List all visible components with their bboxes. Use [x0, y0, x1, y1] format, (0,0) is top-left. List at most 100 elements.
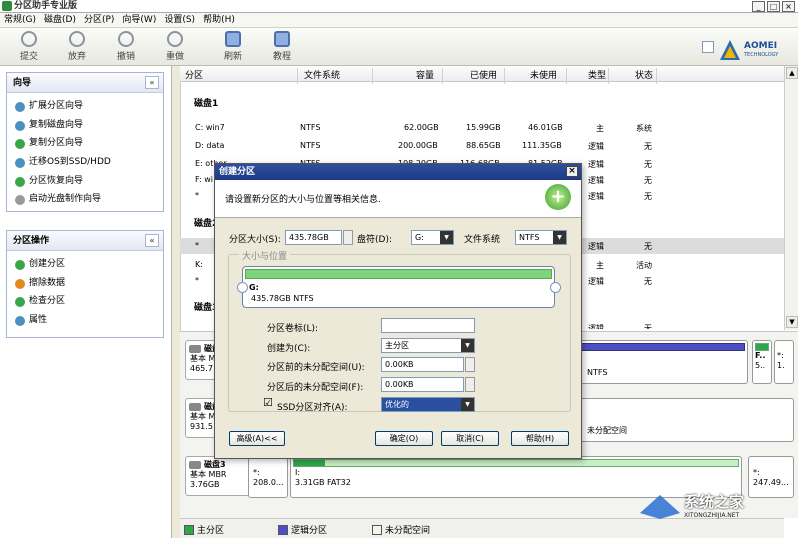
- wizard-extend-partition[interactable]: 扩展分区向导: [15, 97, 163, 116]
- scroll-down-arrow-icon[interactable]: ▼: [786, 316, 798, 328]
- menu-general[interactable]: 常规(G): [0, 13, 40, 27]
- disk1-map-partition[interactable]: NTFS: [576, 340, 748, 384]
- menu-settings[interactable]: 设置(S): [160, 13, 199, 27]
- col-partition[interactable]: 分区: [185, 68, 203, 81]
- wizard-boot-disc[interactable]: 启动光盘制作向导: [15, 190, 163, 209]
- undo-button[interactable]: 撤销: [109, 31, 143, 62]
- left-resize-handle[interactable]: [237, 282, 248, 293]
- table-row[interactable]: D: data NTFS 200.00GB 88.65GB 111.35GB 逻辑无: [180, 138, 784, 154]
- disk1-map-star[interactable]: *: 1.: [774, 340, 794, 384]
- after-space-label: 分区后的未分配空间(F):: [267, 383, 364, 393]
- col-capacity[interactable]: 容量: [416, 68, 434, 81]
- before-space-spinner[interactable]: [465, 357, 475, 372]
- add-partition-icon: +: [545, 184, 571, 210]
- chevron-down-icon: ▼: [440, 231, 453, 244]
- tutorial-button[interactable]: 教程: [265, 31, 299, 62]
- menu-disk[interactable]: 磁盘(D): [40, 13, 80, 27]
- partition-fill: [245, 269, 552, 279]
- volume-label-label: 分区卷标(L):: [267, 324, 319, 334]
- menu-wizard[interactable]: 向导(W): [118, 13, 160, 27]
- close-window-button[interactable]: ×: [782, 1, 795, 12]
- discard-button[interactable]: 放弃: [60, 31, 94, 62]
- size-spinner[interactable]: [343, 230, 353, 245]
- before-space-input[interactable]: 0.00KB: [381, 357, 464, 372]
- ok-button[interactable]: 确定(O): [375, 431, 433, 446]
- dialog-title-bar: 创建分区 ×: [215, 164, 581, 180]
- partition-ops-panel: 分区操作 « 创建分区 擦除数据 检查分区 属性: [6, 230, 164, 338]
- wizard-collapse-button[interactable]: «: [145, 76, 159, 89]
- disc-icon: [15, 195, 25, 206]
- col-type[interactable]: 类型: [588, 68, 606, 81]
- menu-partition[interactable]: 分区(P): [80, 13, 118, 27]
- watermark: 系统之家 XITONGZHIJIA.NET: [640, 487, 790, 527]
- wizard-partition-recovery[interactable]: 分区恢复向导: [15, 172, 163, 191]
- group-title: 大小与位置: [239, 249, 291, 262]
- brand-sub: TECHNOLOGY: [744, 52, 779, 58]
- refresh-button[interactable]: 刷新: [216, 31, 250, 62]
- create-partition-dialog: 创建分区 × 请设置新分区的大小与位置等相关信息. + 分区大小(S): 435.…: [214, 163, 582, 459]
- partition-name: G:: [249, 283, 259, 292]
- create-as-label: 创建为(C):: [267, 344, 311, 354]
- toolbar: 提交 放弃 撤销 重做 刷新 教程: [0, 28, 798, 66]
- filesystem-label: 文件系统: [464, 235, 501, 245]
- migrate-icon: [15, 158, 25, 169]
- commit-button[interactable]: 提交: [12, 31, 46, 62]
- wizard-migrate-os[interactable]: 迁移OS到SSD/HDD: [15, 153, 163, 172]
- op-properties[interactable]: 属性: [15, 311, 163, 330]
- minimize-button[interactable]: _: [752, 1, 765, 12]
- right-resize-handle[interactable]: [550, 282, 561, 293]
- wizard-copy-partition[interactable]: 复制分区向导: [15, 134, 163, 153]
- volume-label-input[interactable]: [381, 318, 475, 333]
- extend-icon: [15, 102, 25, 112]
- check-icon: [15, 297, 25, 308]
- drive-letter-select[interactable]: G: ▼: [411, 230, 454, 245]
- col-filesystem[interactable]: 文件系统: [304, 68, 340, 81]
- menu-help[interactable]: 帮助(H): [199, 13, 239, 27]
- legend-primary: 主分区: [184, 523, 224, 536]
- refresh-icon: [225, 31, 241, 47]
- col-status[interactable]: 状态: [635, 68, 653, 81]
- op-create-partition[interactable]: 创建分区: [15, 255, 163, 274]
- redo-button[interactable]: 重做: [158, 31, 192, 62]
- col-used[interactable]: 已使用: [470, 68, 497, 81]
- watermark-text: 系统之家: [684, 493, 745, 511]
- after-space-input[interactable]: 0.00KB: [381, 377, 464, 392]
- cancel-button[interactable]: 取消(C): [441, 431, 499, 446]
- wizard-panel: 向导 « 扩展分区向导 复制磁盘向导 复制分区向导 迁移OS到SSD/HDD 分区…: [6, 72, 164, 212]
- legend-unallocated: 未分配空间: [372, 523, 430, 536]
- scroll-up-arrow-icon[interactable]: ▲: [786, 67, 798, 79]
- op-check-partition[interactable]: 检查分区: [15, 292, 163, 311]
- disk1-label: 磁盘1: [194, 99, 219, 109]
- ops-collapse-button[interactable]: «: [145, 234, 159, 247]
- disk2-map-unallocated[interactable]: 未分配空间: [576, 398, 794, 442]
- ssd-align-checkbox[interactable]: ☑: [263, 397, 273, 408]
- watermark-logo-icon: [640, 495, 680, 519]
- create-as-select[interactable]: 主分区 ▼: [381, 338, 475, 353]
- watermark-url: XITONGZHIJIA.NET: [684, 512, 740, 519]
- legend-logical: 逻辑分区: [278, 523, 327, 536]
- disk-icon: [189, 461, 201, 469]
- ssd-align-select[interactable]: 优化的 ▼: [381, 397, 475, 412]
- after-space-spinner[interactable]: [465, 377, 475, 392]
- dialog-description: 请设置新分区的大小与位置等相关信息.: [225, 195, 381, 205]
- col-free[interactable]: 未使用: [530, 68, 557, 81]
- op-wipe-data[interactable]: 擦除数据: [15, 274, 163, 293]
- wizard-copy-disk[interactable]: 复制磁盘向导: [15, 116, 163, 135]
- advanced-button[interactable]: 高级(A)<<: [229, 431, 285, 446]
- help-button[interactable]: 帮助(H): [511, 431, 569, 446]
- unalloc-swatch-icon: [372, 525, 382, 535]
- filesystem-select[interactable]: NTFS ▼: [515, 230, 567, 245]
- left-pane: 向导 « 扩展分区向导 复制磁盘向导 复制分区向导 迁移OS到SSD/HDD 分区…: [0, 66, 172, 538]
- table-row[interactable]: C: win7 NTFS 62.00GB 15.99GB 46.01GB 主系统: [180, 120, 784, 136]
- size-input[interactable]: 435.78GB: [285, 230, 342, 245]
- disk1-map-f[interactable]: F.. 5..: [752, 340, 772, 384]
- chevron-down-icon: ▼: [461, 339, 474, 352]
- dialog-close-button[interactable]: ×: [566, 166, 578, 177]
- properties-icon: [15, 316, 25, 327]
- title-bar: 分区助手专业版 _ □ ×: [0, 0, 798, 13]
- disk3-map-p1[interactable]: *: 208.0...: [248, 456, 288, 498]
- restore-button[interactable]: □: [767, 1, 780, 12]
- partition-list-scrollbar[interactable]: ▲ ▼: [784, 66, 798, 330]
- undo-icon: [118, 31, 134, 47]
- partition-size-bar[interactable]: G: 435.78GB NTFS: [242, 266, 555, 308]
